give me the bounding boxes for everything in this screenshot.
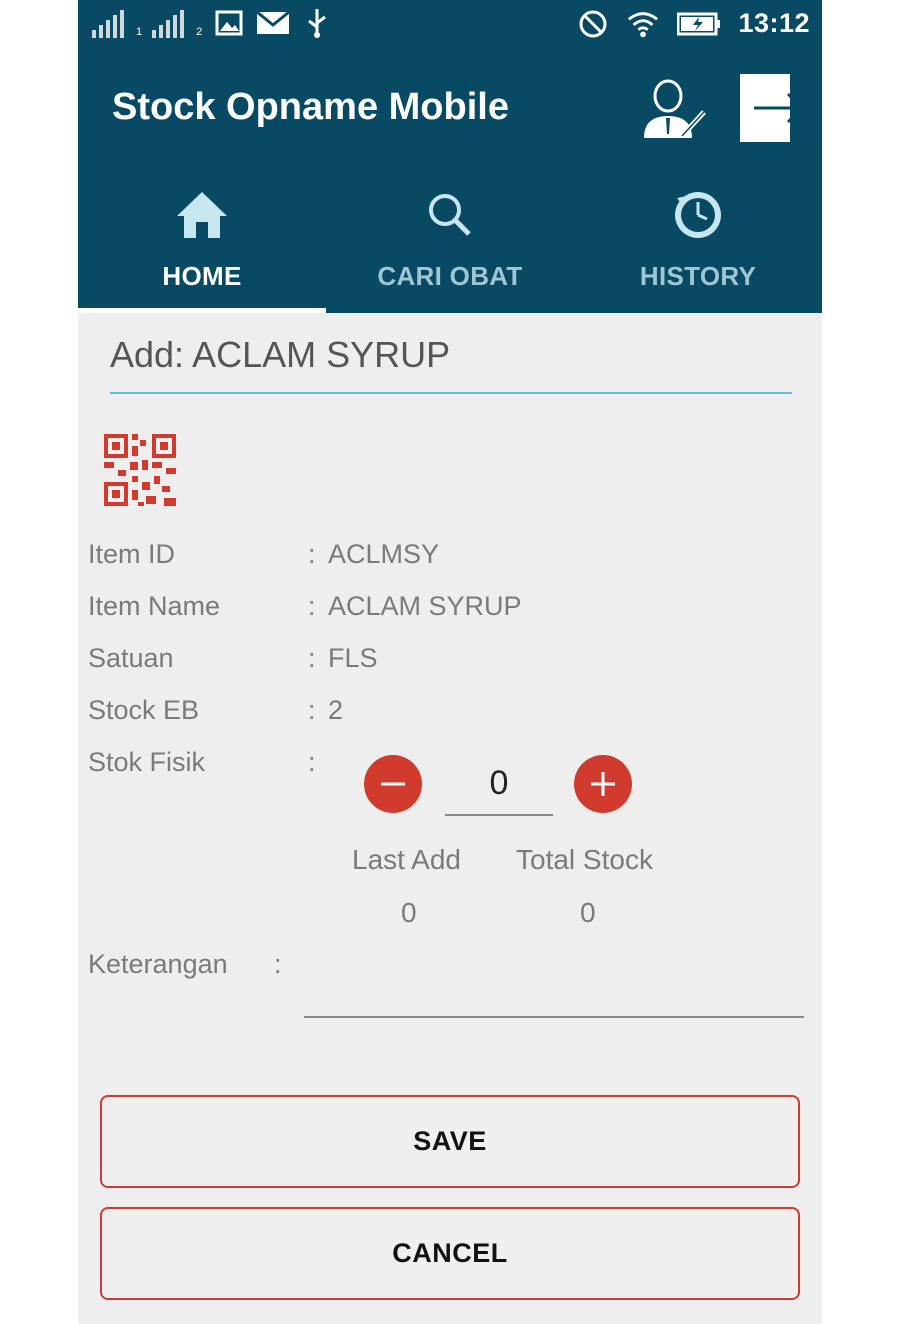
title-divider [110,392,792,394]
minus-icon [381,782,405,786]
tab-bar: HOME CARI OBAT HISTORY [78,175,822,313]
phone-screen: 1 2 13:12 Stock Opname Mobile HOME CARI … [78,0,822,1324]
qr-scan-button[interactable] [102,432,178,508]
field-value: ACLAM SYRUP [328,591,522,621]
total-stock-label: Total Stock [516,844,653,875]
field-colon: : [308,747,316,777]
search-icon [326,185,574,245]
last-add-value: 0 [401,897,417,928]
clock: 13:12 [738,8,810,38]
wifi-icon [626,9,660,39]
field-value: 2 [328,695,344,725]
form-title: Add: ACLAM SYRUP [110,334,451,375]
status-left: 1 2 [92,8,334,38]
status-bar: 1 2 13:12 [78,0,822,55]
home-icon [78,185,326,245]
field-value: FLS [328,643,378,673]
field-label: Stock EB [88,695,200,725]
history-icon [574,185,822,245]
field-value: ACLMSY [328,539,440,569]
field-label: Satuan [88,643,174,673]
profile-button[interactable] [638,76,708,144]
app-title: Stock Opname Mobile [112,86,509,128]
tab-history[interactable]: HISTORY [574,175,822,313]
field-colon: : [274,949,282,979]
tab-label: HISTORY [639,261,757,291]
field-colon: : [308,591,316,621]
signal-icon [92,8,124,38]
stok-fisik-input[interactable] [445,752,553,816]
last-add-label: Last Add [352,844,461,875]
field-colon: : [308,643,316,673]
mail-icon [256,8,291,38]
tab-home[interactable]: HOME [78,175,326,313]
app-header: 1 2 13:12 Stock Opname Mobile HOME CARI … [78,0,822,313]
battery-icon [676,9,722,39]
sim1-label: 1 [136,26,143,38]
total-stock-value: 0 [580,897,596,928]
usb-icon [300,8,334,38]
image-icon [212,8,246,38]
keterangan-input[interactable] [304,946,804,1018]
signal-icon [152,8,185,38]
sim2-label: 2 [196,26,203,38]
user-edit-icon [644,79,706,138]
status-right: 13:12 [576,8,810,39]
save-button[interactable]: SAVE [100,1095,800,1188]
field-label: Item Name [88,591,221,621]
field-label: Keterangan [88,949,228,979]
tab-cari-obat[interactable]: CARI OBAT [326,175,574,313]
field-label: Item ID [88,539,176,569]
cancel-button[interactable]: CANCEL [100,1207,800,1300]
do-not-disturb-icon [576,9,610,39]
logout-button[interactable] [740,74,806,142]
tab-label: CARI OBAT [377,261,523,291]
field-colon: : [308,695,316,725]
field-colon: : [308,539,316,569]
field-label: Stok Fisik [88,747,206,777]
plus-icon [591,772,615,796]
decrement-button[interactable] [364,755,422,813]
qr-code-icon [104,434,176,506]
logout-icon [740,74,805,142]
increment-button[interactable] [574,755,632,813]
tab-label: HOME [162,261,242,291]
